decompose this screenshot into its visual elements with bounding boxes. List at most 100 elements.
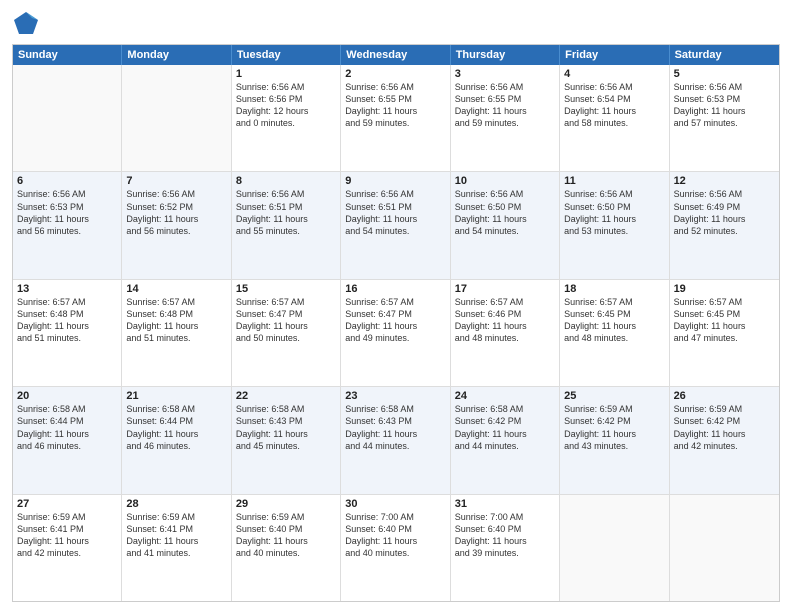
- day-number: 24: [455, 390, 555, 402]
- day-number: 30: [345, 498, 445, 510]
- cell-detail: Sunrise: 6:58 AM Sunset: 6:42 PM Dayligh…: [455, 403, 555, 452]
- day-number: 5: [674, 68, 775, 80]
- day-number: 11: [564, 175, 664, 187]
- cell-detail: Sunrise: 6:59 AM Sunset: 6:40 PM Dayligh…: [236, 511, 336, 560]
- cal-cell-day-9: 9Sunrise: 6:56 AM Sunset: 6:51 PM Daylig…: [341, 172, 450, 278]
- day-number: 29: [236, 498, 336, 510]
- cal-cell-day-31: 31Sunrise: 7:00 AM Sunset: 6:40 PM Dayli…: [451, 495, 560, 601]
- cal-cell-day-22: 22Sunrise: 6:58 AM Sunset: 6:43 PM Dayli…: [232, 387, 341, 493]
- cell-detail: Sunrise: 6:56 AM Sunset: 6:50 PM Dayligh…: [455, 188, 555, 237]
- cal-cell-day-12: 12Sunrise: 6:56 AM Sunset: 6:49 PM Dayli…: [670, 172, 779, 278]
- cell-detail: Sunrise: 6:57 AM Sunset: 6:47 PM Dayligh…: [236, 296, 336, 345]
- header: [12, 10, 780, 38]
- day-number: 4: [564, 68, 664, 80]
- cell-detail: Sunrise: 6:59 AM Sunset: 6:42 PM Dayligh…: [674, 403, 775, 452]
- cell-detail: Sunrise: 6:56 AM Sunset: 6:50 PM Dayligh…: [564, 188, 664, 237]
- weekday-header-friday: Friday: [560, 45, 669, 65]
- cal-cell-day-2: 2Sunrise: 6:56 AM Sunset: 6:55 PM Daylig…: [341, 65, 450, 171]
- day-number: 23: [345, 390, 445, 402]
- cal-cell-day-3: 3Sunrise: 6:56 AM Sunset: 6:55 PM Daylig…: [451, 65, 560, 171]
- day-number: 19: [674, 283, 775, 295]
- day-number: 16: [345, 283, 445, 295]
- cal-cell-day-1: 1Sunrise: 6:56 AM Sunset: 6:56 PM Daylig…: [232, 65, 341, 171]
- cell-detail: Sunrise: 6:57 AM Sunset: 6:45 PM Dayligh…: [564, 296, 664, 345]
- weekday-header-wednesday: Wednesday: [341, 45, 450, 65]
- cal-cell-day-24: 24Sunrise: 6:58 AM Sunset: 6:42 PM Dayli…: [451, 387, 560, 493]
- cal-cell-empty-4-5: [560, 495, 669, 601]
- cell-detail: Sunrise: 6:58 AM Sunset: 6:44 PM Dayligh…: [17, 403, 117, 452]
- cal-cell-day-26: 26Sunrise: 6:59 AM Sunset: 6:42 PM Dayli…: [670, 387, 779, 493]
- page: SundayMondayTuesdayWednesdayThursdayFrid…: [0, 0, 792, 612]
- cal-cell-day-20: 20Sunrise: 6:58 AM Sunset: 6:44 PM Dayli…: [13, 387, 122, 493]
- cal-cell-empty-4-6: [670, 495, 779, 601]
- day-number: 18: [564, 283, 664, 295]
- day-number: 6: [17, 175, 117, 187]
- day-number: 25: [564, 390, 664, 402]
- cell-detail: Sunrise: 6:56 AM Sunset: 6:56 PM Dayligh…: [236, 81, 336, 130]
- logo: [12, 10, 44, 38]
- cal-cell-empty-0-1: [122, 65, 231, 171]
- cell-detail: Sunrise: 7:00 AM Sunset: 6:40 PM Dayligh…: [345, 511, 445, 560]
- day-number: 13: [17, 283, 117, 295]
- cell-detail: Sunrise: 6:57 AM Sunset: 6:48 PM Dayligh…: [17, 296, 117, 345]
- cell-detail: Sunrise: 6:56 AM Sunset: 6:49 PM Dayligh…: [674, 188, 775, 237]
- cell-detail: Sunrise: 6:56 AM Sunset: 6:53 PM Dayligh…: [17, 188, 117, 237]
- cal-cell-day-4: 4Sunrise: 6:56 AM Sunset: 6:54 PM Daylig…: [560, 65, 669, 171]
- day-number: 7: [126, 175, 226, 187]
- calendar-row-3: 20Sunrise: 6:58 AM Sunset: 6:44 PM Dayli…: [13, 386, 779, 493]
- day-number: 9: [345, 175, 445, 187]
- cell-detail: Sunrise: 6:59 AM Sunset: 6:42 PM Dayligh…: [564, 403, 664, 452]
- calendar-row-1: 6Sunrise: 6:56 AM Sunset: 6:53 PM Daylig…: [13, 171, 779, 278]
- day-number: 21: [126, 390, 226, 402]
- cal-cell-day-11: 11Sunrise: 6:56 AM Sunset: 6:50 PM Dayli…: [560, 172, 669, 278]
- cal-cell-day-15: 15Sunrise: 6:57 AM Sunset: 6:47 PM Dayli…: [232, 280, 341, 386]
- cal-cell-day-16: 16Sunrise: 6:57 AM Sunset: 6:47 PM Dayli…: [341, 280, 450, 386]
- cell-detail: Sunrise: 6:57 AM Sunset: 6:47 PM Dayligh…: [345, 296, 445, 345]
- weekday-header-thursday: Thursday: [451, 45, 560, 65]
- day-number: 22: [236, 390, 336, 402]
- cell-detail: Sunrise: 6:56 AM Sunset: 6:55 PM Dayligh…: [345, 81, 445, 130]
- cal-cell-empty-0-0: [13, 65, 122, 171]
- weekday-header-monday: Monday: [122, 45, 231, 65]
- cal-cell-day-21: 21Sunrise: 6:58 AM Sunset: 6:44 PM Dayli…: [122, 387, 231, 493]
- calendar-header: SundayMondayTuesdayWednesdayThursdayFrid…: [13, 45, 779, 65]
- day-number: 12: [674, 175, 775, 187]
- cal-cell-day-6: 6Sunrise: 6:56 AM Sunset: 6:53 PM Daylig…: [13, 172, 122, 278]
- day-number: 28: [126, 498, 226, 510]
- day-number: 2: [345, 68, 445, 80]
- cal-cell-day-14: 14Sunrise: 6:57 AM Sunset: 6:48 PM Dayli…: [122, 280, 231, 386]
- day-number: 26: [674, 390, 775, 402]
- cal-cell-day-25: 25Sunrise: 6:59 AM Sunset: 6:42 PM Dayli…: [560, 387, 669, 493]
- cal-cell-day-30: 30Sunrise: 7:00 AM Sunset: 6:40 PM Dayli…: [341, 495, 450, 601]
- cal-cell-day-13: 13Sunrise: 6:57 AM Sunset: 6:48 PM Dayli…: [13, 280, 122, 386]
- cell-detail: Sunrise: 6:58 AM Sunset: 6:43 PM Dayligh…: [236, 403, 336, 452]
- day-number: 31: [455, 498, 555, 510]
- weekday-header-saturday: Saturday: [670, 45, 779, 65]
- cal-cell-day-7: 7Sunrise: 6:56 AM Sunset: 6:52 PM Daylig…: [122, 172, 231, 278]
- day-number: 15: [236, 283, 336, 295]
- cal-cell-day-10: 10Sunrise: 6:56 AM Sunset: 6:50 PM Dayli…: [451, 172, 560, 278]
- cell-detail: Sunrise: 6:58 AM Sunset: 6:43 PM Dayligh…: [345, 403, 445, 452]
- cell-detail: Sunrise: 6:56 AM Sunset: 6:55 PM Dayligh…: [455, 81, 555, 130]
- cell-detail: Sunrise: 6:56 AM Sunset: 6:54 PM Dayligh…: [564, 81, 664, 130]
- cell-detail: Sunrise: 6:57 AM Sunset: 6:46 PM Dayligh…: [455, 296, 555, 345]
- day-number: 27: [17, 498, 117, 510]
- logo-icon: [12, 10, 40, 38]
- cell-detail: Sunrise: 7:00 AM Sunset: 6:40 PM Dayligh…: [455, 511, 555, 560]
- cal-cell-day-5: 5Sunrise: 6:56 AM Sunset: 6:53 PM Daylig…: [670, 65, 779, 171]
- cell-detail: Sunrise: 6:56 AM Sunset: 6:53 PM Dayligh…: [674, 81, 775, 130]
- cell-detail: Sunrise: 6:56 AM Sunset: 6:51 PM Dayligh…: [345, 188, 445, 237]
- day-number: 17: [455, 283, 555, 295]
- calendar: SundayMondayTuesdayWednesdayThursdayFrid…: [12, 44, 780, 602]
- cell-detail: Sunrise: 6:57 AM Sunset: 6:45 PM Dayligh…: [674, 296, 775, 345]
- cell-detail: Sunrise: 6:56 AM Sunset: 6:52 PM Dayligh…: [126, 188, 226, 237]
- day-number: 14: [126, 283, 226, 295]
- day-number: 8: [236, 175, 336, 187]
- cal-cell-day-18: 18Sunrise: 6:57 AM Sunset: 6:45 PM Dayli…: [560, 280, 669, 386]
- cal-cell-day-23: 23Sunrise: 6:58 AM Sunset: 6:43 PM Dayli…: [341, 387, 450, 493]
- cell-detail: Sunrise: 6:56 AM Sunset: 6:51 PM Dayligh…: [236, 188, 336, 237]
- calendar-body: 1Sunrise: 6:56 AM Sunset: 6:56 PM Daylig…: [13, 65, 779, 601]
- day-number: 3: [455, 68, 555, 80]
- day-number: 1: [236, 68, 336, 80]
- cal-cell-day-29: 29Sunrise: 6:59 AM Sunset: 6:40 PM Dayli…: [232, 495, 341, 601]
